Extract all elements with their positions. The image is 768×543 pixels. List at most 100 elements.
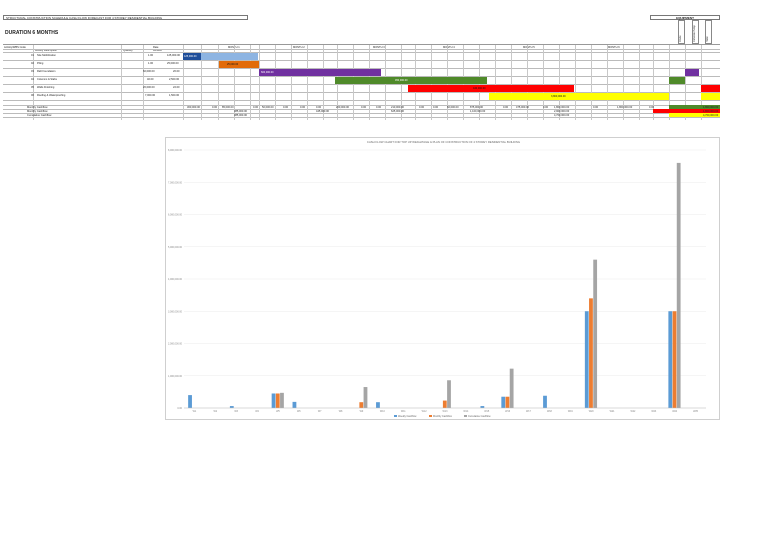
activity-code-3: 03 <box>31 70 34 73</box>
summary-val-16: 875,000.00 <box>470 106 483 109</box>
bar-3-W9 <box>363 387 368 408</box>
gantt-bar-4 <box>335 77 487 84</box>
x-tick-label: W7 <box>318 410 322 413</box>
gantt-bar-2-label: 25,000.00 <box>227 63 239 66</box>
equipment-cell-yellow <box>701 93 720 100</box>
bar-1-W24 <box>668 311 673 408</box>
activity-rate-1: 125,000.00 <box>167 54 180 57</box>
x-tick-label: W1 <box>193 410 197 413</box>
legend-label-1: Weekly Cashflow <box>398 415 417 418</box>
activity-name-2: Piling <box>37 62 44 65</box>
y-tick-label: 1,000,000.00 <box>168 375 183 378</box>
summary-row-2: Monthly Cashflow <box>27 110 48 113</box>
total-val-2: 1,800,000.00 <box>703 110 719 113</box>
equipment-cell-red <box>701 85 720 92</box>
summary-val-2: 0.00 <box>212 106 218 109</box>
summary-val-13: 0.00 <box>419 106 425 109</box>
summary-val-9: 200,000.00 <box>336 106 349 109</box>
bar-2-W20 <box>589 298 593 408</box>
cumulative-val-5: 2,900,000.00 <box>554 110 570 113</box>
bar-3-W20 <box>593 259 598 408</box>
x-tick-label: W9 <box>360 410 364 413</box>
legend-label-2: Monthly Cashflow <box>433 415 452 418</box>
summary-val-5: 50,000.00 <box>262 106 274 109</box>
x-tick-label: W15 <box>484 410 490 413</box>
activity-code-1: 01 <box>31 54 34 57</box>
summary-val-12: 210,000.00 <box>391 106 404 109</box>
bar-1-W10 <box>376 402 380 408</box>
bar-3-W5 <box>280 392 284 408</box>
legend-swatch-3 <box>464 415 467 417</box>
bar-1-W1 <box>188 395 192 408</box>
gantt-bar-6-label: 3,800,000.00 <box>551 95 566 98</box>
y-tick-label: 0.00 <box>177 407 182 410</box>
equipment-col-crane: Crane <box>678 20 685 44</box>
summary-row-3: Cumulative Cashflow <box>27 114 52 117</box>
x-tick-label: W21 <box>610 410 616 413</box>
summary-val-20: 1,800,000.00 <box>554 106 570 109</box>
bar-1-W15 <box>480 406 485 408</box>
gantt-bar-4-label: 450,000.00 <box>395 79 408 82</box>
x-tick-label: W2 <box>214 410 218 413</box>
activity-qty-4: 40.00 <box>147 78 154 81</box>
summary-val-15: 60,000.00 <box>447 106 459 109</box>
bar-1-W18 <box>543 395 547 408</box>
activity-rate-6: 1,500.00 <box>169 94 180 97</box>
x-tick-label: W22 <box>630 410 636 413</box>
activity-rate-2: 25,000.00 <box>167 62 179 65</box>
summary-row-1: Monthly Cashflow <box>27 106 48 109</box>
summary-val-19: 0.00 <box>543 106 549 109</box>
bar-2-W9 <box>359 402 364 408</box>
activity-code-5: 05 <box>31 86 34 89</box>
cumulative-val-1b: 385,000.00 <box>234 114 247 117</box>
x-tick-label: W3 <box>234 410 238 413</box>
bar-1-W6 <box>292 401 297 408</box>
gantt-bar-3-label: 600,000.00 <box>261 71 274 74</box>
y-tick-label: 2,000,000.00 <box>168 343 183 346</box>
bar-2-W5 <box>275 393 280 408</box>
activity-qty-5: 20,000.00 <box>143 86 155 89</box>
cumulative-val-4: 1,100,000.00 <box>470 110 486 113</box>
x-tick-label: W16 <box>505 410 511 413</box>
bar-2-W13 <box>442 400 447 408</box>
x-tick-label: W25 <box>693 410 699 413</box>
equipment-cell-green <box>669 77 685 84</box>
total-val-3: 4,700,000.00 <box>703 114 719 117</box>
gantt-bar-1-label: 125,000.00 <box>184 55 197 58</box>
activity-rate-4: 2,500.00 <box>169 78 180 81</box>
activity-code-2: 02 <box>31 62 34 65</box>
gantt-bar-3 <box>259 69 381 76</box>
cumulative-val-3: 625,000.00 <box>391 110 404 113</box>
summary-val-14: 0.00 <box>433 106 439 109</box>
summary-val-7: 0.00 <box>300 106 306 109</box>
equipment-cell-purple <box>685 69 699 76</box>
activity-name-3: Raft Foundation <box>37 70 56 73</box>
duration-title: DURATION 6 MONTHS <box>5 30 59 36</box>
bar-1-W20 <box>584 311 589 408</box>
y-tick-label: 5,000,000.00 <box>168 246 183 249</box>
bar-3-W13 <box>447 380 451 408</box>
x-tick-label: W19 <box>568 410 574 413</box>
equipment-col-hoist: Hoist <box>705 20 712 44</box>
x-tick-label: W4 <box>255 410 259 413</box>
x-tick-label: W14 <box>463 410 469 413</box>
summary-val-8: 0.00 <box>316 106 322 109</box>
summary-val-6: 0.00 <box>283 106 289 109</box>
summary-val-3: 85,000.00 <box>222 106 234 109</box>
y-tick-label: 6,000,000.00 <box>168 214 183 217</box>
legend-swatch-2 <box>429 415 432 417</box>
activity-name-6: Roofing & Waterproofing <box>37 94 66 97</box>
activity-qty-1: 1.00 <box>148 54 154 57</box>
bar-1-W3 <box>229 406 234 408</box>
gantt-bar-2 <box>219 61 259 68</box>
summary-val-22: 1,800,000.00 <box>617 106 633 109</box>
bar-1-W16 <box>501 396 506 408</box>
cashflow-chart: CASH FLOW CHART FOR TOP UP WEIGHTAGE & P… <box>165 137 720 420</box>
x-tick-label: W17 <box>526 410 532 413</box>
x-tick-label: W18 <box>547 410 553 413</box>
cumulative-val-1: 385,000.00 <box>234 110 247 113</box>
x-tick-label: W11 <box>401 410 406 413</box>
bar-3-W16 <box>509 368 514 408</box>
x-tick-label: W20 <box>589 410 595 413</box>
equipment-col-pump: Concrete Pump <box>692 20 699 44</box>
